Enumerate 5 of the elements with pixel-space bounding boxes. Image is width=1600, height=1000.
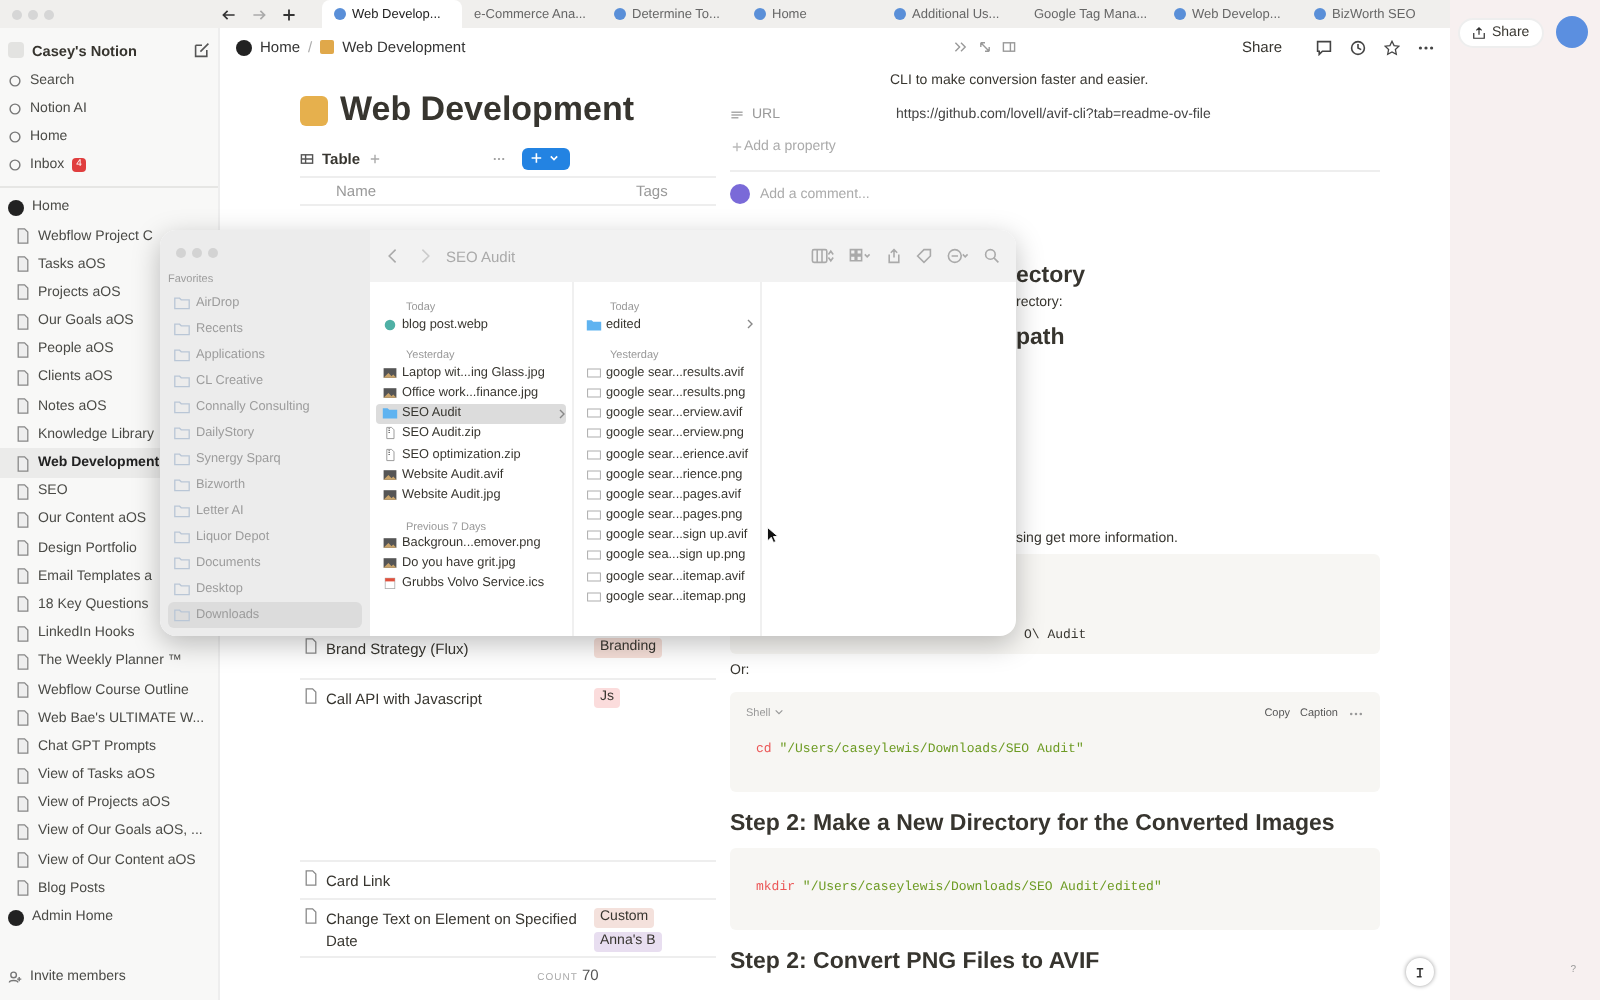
heading-text: ectory [1016,264,1088,288]
heading-text: Step 2: Convert PNG Files to AVIF [730,950,1102,978]
page-title: Web Development [340,90,635,130]
heading-text: path [1016,326,1067,350]
heading-text: Step 2: Make a New Directory for the Converted Images [730,812,1337,840]
